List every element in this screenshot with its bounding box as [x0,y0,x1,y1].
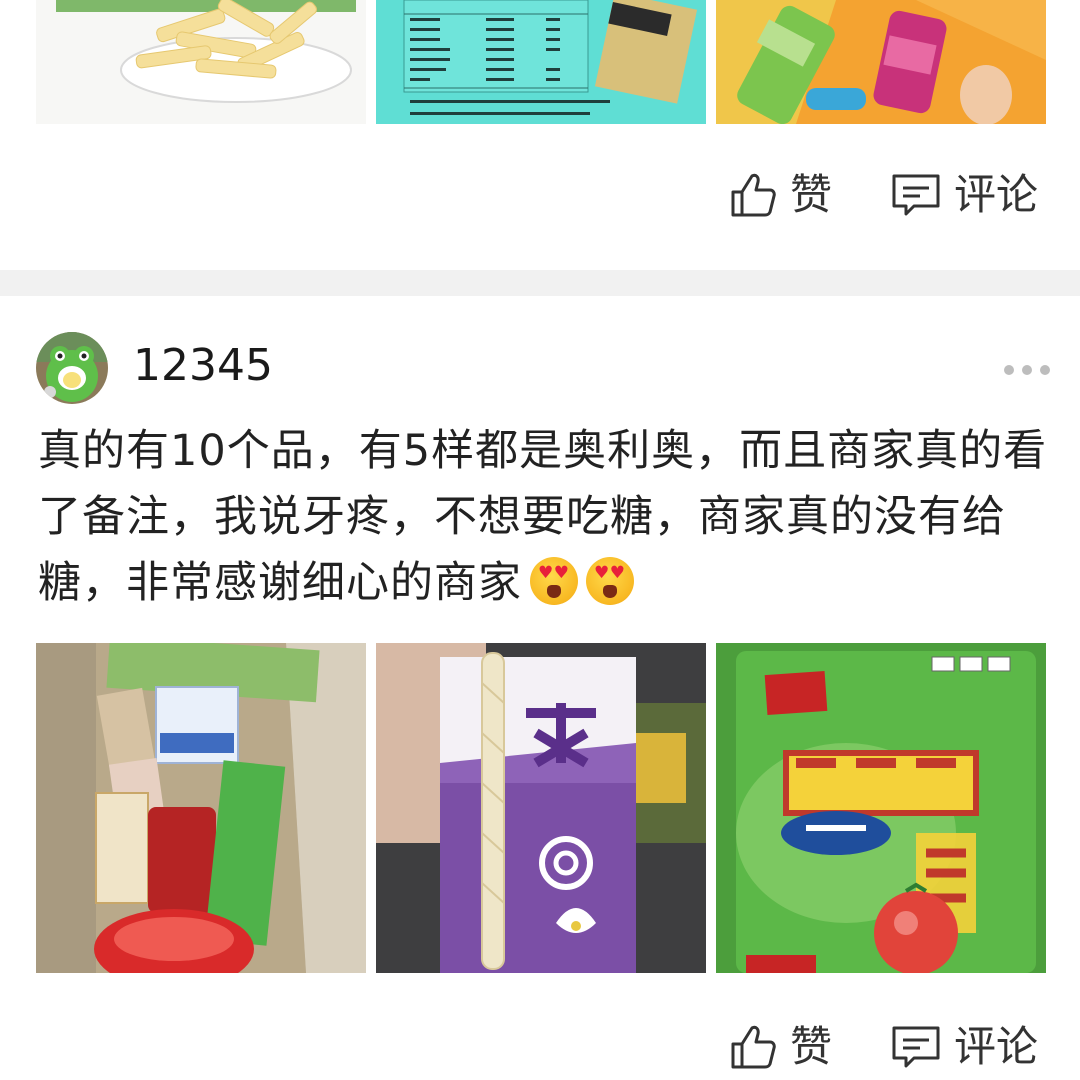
post-1-photo-fries[interactable] [36,0,366,124]
post-2-photo-wafer-roll[interactable] [376,643,706,973]
fries-image [36,0,366,124]
comment-button[interactable]: 评论 [890,1022,1038,1072]
avatar[interactable] [36,332,108,404]
thumbs-up-icon [731,1025,776,1069]
thumbs-up-icon [731,173,776,217]
post-divider [0,270,1080,296]
comment-button[interactable]: 评论 [890,170,1038,220]
username[interactable]: 12345 [133,340,273,391]
snack-box-image [36,643,366,973]
heart-eyes-emoji [530,557,578,605]
comment-label: 评论 [954,170,1039,219]
comment-bubble-icon [892,1026,940,1068]
post-1-photo-nutrition[interactable] [376,0,706,124]
post-2-photo-seaweed-bag[interactable] [716,643,1046,973]
like-label: 赞 [790,170,833,219]
more-dot [1004,365,1014,375]
post-text: 真的有10个品，有5样都是奥利奥，而且商家真的看了备注，我说牙疼，不想要吃糖，商… [38,418,1053,616]
chip-cans-image [716,0,1046,124]
more-options-button[interactable] [1004,364,1050,376]
more-dot [1040,365,1050,375]
seaweed-bag-image [716,643,1046,973]
comment-label: 评论 [954,1022,1039,1071]
like-label: 赞 [790,1022,833,1071]
wafer-roll-box-image [376,643,706,973]
comment-bubble-icon [892,174,940,216]
more-dot [1022,365,1032,375]
post-2-photo-snack-box[interactable] [36,643,366,973]
like-button[interactable]: 赞 [728,1022,832,1072]
frog-avatar-image [36,332,108,404]
heart-eyes-emoji [586,557,634,605]
like-button[interactable]: 赞 [728,170,832,220]
post-1-photo-chip-cans[interactable] [716,0,1046,124]
nutrition-label-image [376,0,706,124]
